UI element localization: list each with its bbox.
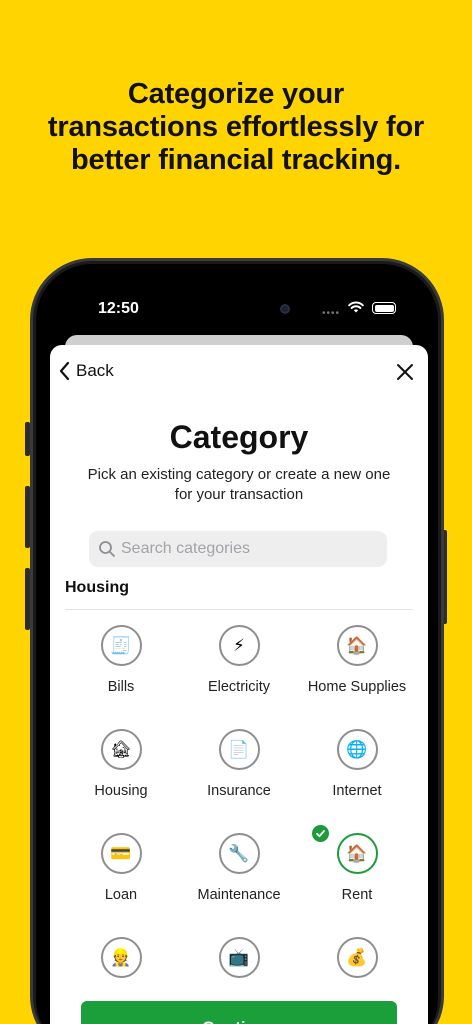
category-loan[interactable]: 💳 Loan <box>62 833 180 914</box>
category-label: Internet <box>332 783 382 799</box>
credit-card-icon: 💳 <box>100 833 142 874</box>
battery-icon <box>372 302 396 314</box>
phone-frame: 12:50 •••• Back Category Pick an existin… <box>30 258 444 1024</box>
document-icon: 📄 <box>218 729 260 770</box>
headline-line-2: transactions effortlessly for <box>47 111 425 143</box>
chevron-left-icon <box>59 361 70 381</box>
category-insurance[interactable]: 📄 Insurance <box>180 729 298 810</box>
subtitle-line-2: for your transaction <box>174 486 304 503</box>
phone-screen: 12:50 •••• Back Category Pick an existin… <box>36 264 438 1024</box>
category-label: Maintenance <box>197 887 281 903</box>
continue-button[interactable]: Continue <box>81 1001 397 1024</box>
lightning-icon: ⚡ <box>218 625 260 666</box>
globe-icon: 🌐 <box>336 729 378 770</box>
derelict-house-icon: 🏚 <box>100 729 142 770</box>
category-label: Insurance <box>207 783 271 799</box>
category-housing[interactable]: 🏚 Housing <box>62 729 180 810</box>
back-button[interactable]: Back <box>58 361 114 381</box>
signal-icon: •••• <box>322 308 341 319</box>
category-label: Bills <box>107 679 135 695</box>
category-electricity[interactable]: ⚡ Electricity <box>180 625 298 706</box>
status-time: 12:50 <box>98 300 139 317</box>
search-bar[interactable] <box>89 531 387 567</box>
person-icon: 👷 <box>100 937 142 978</box>
close-icon[interactable] <box>394 361 416 383</box>
category-bills[interactable]: 🧾 Bills <box>62 625 180 706</box>
category-internet[interactable]: 🌐 Internet <box>298 729 416 810</box>
search-icon <box>99 541 115 557</box>
page-subtitle: Pick an existing category or create a ne… <box>70 465 408 505</box>
category-label: Housing <box>94 783 148 799</box>
house-icon: 🏠 <box>336 625 378 666</box>
category-sheet: Back Category Pick an existing category … <box>50 345 428 1024</box>
receipt-icon: 🧾 <box>100 625 142 666</box>
headline: Categorize your transactions effortlessl… <box>0 78 472 177</box>
headline-line-1: Categorize your <box>127 78 345 110</box>
wifi-icon <box>348 301 364 313</box>
headline-line-3: better financial tracking. <box>71 144 401 176</box>
category-label: Electricity <box>207 679 271 695</box>
back-label: Back <box>76 361 114 380</box>
category-home-supplies[interactable]: 🏠 Home Supplies <box>298 625 416 706</box>
camera-icon <box>280 304 290 314</box>
category-maintenance[interactable]: 🔧 Maintenance <box>180 833 298 914</box>
subtitle-line-1: Pick an existing category or create a ne… <box>87 466 391 483</box>
tv-icon: 📺 <box>218 937 260 978</box>
page-title: Category <box>169 419 309 455</box>
category-label: Home Supplies <box>307 679 407 695</box>
search-input[interactable] <box>121 540 381 558</box>
section-header-housing: Housing <box>65 579 129 596</box>
section-divider <box>65 609 413 610</box>
house-icon: 🏠 <box>336 833 378 874</box>
category-rent[interactable]: 🏠 Rent <box>298 825 416 914</box>
category-grid: 🧾 Bills ⚡ Electricity 🏠 Home Supplies 🏚 … <box>50 625 428 1018</box>
wrench-icon: 🔧 <box>218 833 260 874</box>
category-label: Rent <box>341 887 373 903</box>
category-label: Loan <box>104 887 138 903</box>
checkmark-icon <box>312 825 329 842</box>
money-bag-icon: 💰 <box>336 937 378 978</box>
